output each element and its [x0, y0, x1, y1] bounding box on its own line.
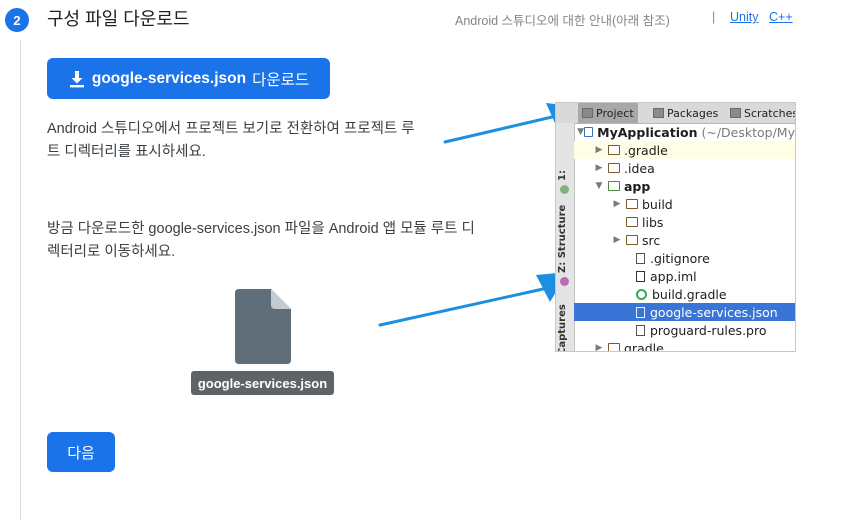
android-icon [560, 185, 569, 194]
unity-link[interactable]: Unity [730, 10, 758, 24]
folder-icon [626, 235, 638, 245]
text-file-icon [636, 324, 645, 336]
tree-item-label: proguard-rules.pro [650, 322, 767, 338]
side-label-project: 1: [557, 170, 568, 181]
collapse-caret-icon: ▶ [595, 343, 603, 352]
tree-row-build-gradle[interactable]: build.gradle [574, 285, 795, 303]
folder-icon [626, 199, 638, 209]
download-icon [69, 70, 84, 87]
tree-item-label: app [624, 178, 651, 194]
collapse-caret-icon: ▶ [613, 235, 621, 245]
gradle-file-icon [636, 288, 647, 300]
json-file-icon [235, 289, 291, 364]
module-folder-icon [608, 181, 620, 191]
tree-item-label: gradle [624, 340, 664, 352]
tree-item-label: build [642, 196, 673, 212]
tree-root-name: MyApplication [597, 124, 698, 140]
structure-icon [560, 277, 569, 286]
tree-row-app[interactable]: ▼ app [574, 177, 795, 195]
ide-tab-label: Packages [667, 106, 719, 120]
tree-item-label: .gitignore [650, 250, 710, 266]
ide-tab-project[interactable]: Project [578, 103, 638, 123]
folder-icon [626, 217, 638, 227]
tree-row-app-iml[interactable]: app.iml [574, 267, 795, 285]
folder-icon [608, 163, 620, 173]
side-label-structure[interactable]: Z: Structure [557, 205, 568, 273]
expand-caret-icon: ▼ [595, 181, 603, 191]
ide-tab-scratches[interactable]: Scratches [726, 103, 796, 123]
tree-item-label: libs [642, 214, 664, 230]
json-file-icon [636, 306, 645, 318]
ide-tab-packages[interactable]: Packages [649, 103, 722, 123]
tree-item-label: src [642, 232, 661, 248]
tree-row-gitignore[interactable]: .gitignore [574, 249, 795, 267]
android-studio-guide-text: Android 스튜디오에 대한 안내(아래 참조) [455, 14, 670, 28]
scratches-tab-icon [730, 108, 741, 118]
arrow-to-json-file-icon [378, 272, 568, 327]
tree-row-gradle-dir[interactable]: ▶ .gradle [574, 141, 795, 159]
step-timeline-line [20, 40, 21, 520]
tree-item-label: build.gradle [652, 286, 727, 302]
ide-tab-label: Project [596, 106, 634, 120]
folder-icon [608, 343, 620, 351]
instruction-switch-project-view: Android 스튜디오에서 프로젝트 보기로 전환하여 프로젝트 루트 디렉터… [47, 121, 415, 160]
text-file-icon [636, 252, 645, 264]
download-config-button[interactable]: google-services.json 다운로드 [47, 58, 330, 99]
step-title: 구성 파일 다운로드 [47, 9, 190, 29]
download-suffix: 다운로드 [252, 71, 310, 89]
tree-item-label: .gradle [624, 142, 668, 158]
download-filename: google-services.json [91, 69, 247, 87]
json-file-label: google-services.json [191, 371, 334, 395]
project-tab-icon [582, 108, 593, 118]
iml-file-icon [636, 270, 645, 282]
tree-root-path: (~/Desktop/My [701, 124, 795, 140]
collapse-caret-icon: ▶ [613, 199, 621, 209]
packages-tab-icon [653, 108, 664, 118]
ide-tab-label: Scratches [744, 106, 796, 120]
collapse-caret-icon: ▶ [595, 163, 603, 173]
tree-row-libs[interactable]: libs [574, 213, 795, 231]
tree-item-label: .idea [624, 160, 655, 176]
tree-row-gradle[interactable]: ▶ gradle [574, 339, 795, 352]
link-separator: | [712, 10, 716, 24]
tree-row-google-services-json[interactable]: google-services.json [574, 303, 795, 321]
folder-icon [608, 145, 620, 155]
tree-row-src[interactable]: ▶ src [574, 231, 795, 249]
cpp-link[interactable]: C++ [769, 10, 793, 24]
next-button[interactable]: 다음 [47, 432, 115, 472]
tree-row-build[interactable]: ▶ build [574, 195, 795, 213]
ide-tab-bar: Project Packages Scratches [556, 103, 795, 124]
ide-project-panel: Project Packages Scratches 1: Z: Structu… [555, 102, 796, 352]
tree-item-label: app.iml [650, 268, 697, 284]
side-label-captures[interactable]: Captures [557, 304, 568, 351]
collapse-caret-icon: ▶ [595, 145, 603, 155]
module-folder-icon [584, 127, 594, 137]
tree-row-proguard[interactable]: proguard-rules.pro [574, 321, 795, 339]
tree-row-root[interactable]: ▼ MyApplication (~/Desktop/My [574, 123, 795, 141]
step-number-badge: 2 [5, 8, 29, 32]
ide-side-toolbar: 1: Z: Structure Captures [556, 123, 575, 351]
tree-item-label: google-services.json [650, 304, 778, 320]
tree-row-idea[interactable]: ▶ .idea [574, 159, 795, 177]
instruction-move-json-file: 방금 다운로드한 google-services.json 파일을 Androi… [47, 221, 475, 260]
expand-caret-icon: ▼ [577, 127, 584, 137]
